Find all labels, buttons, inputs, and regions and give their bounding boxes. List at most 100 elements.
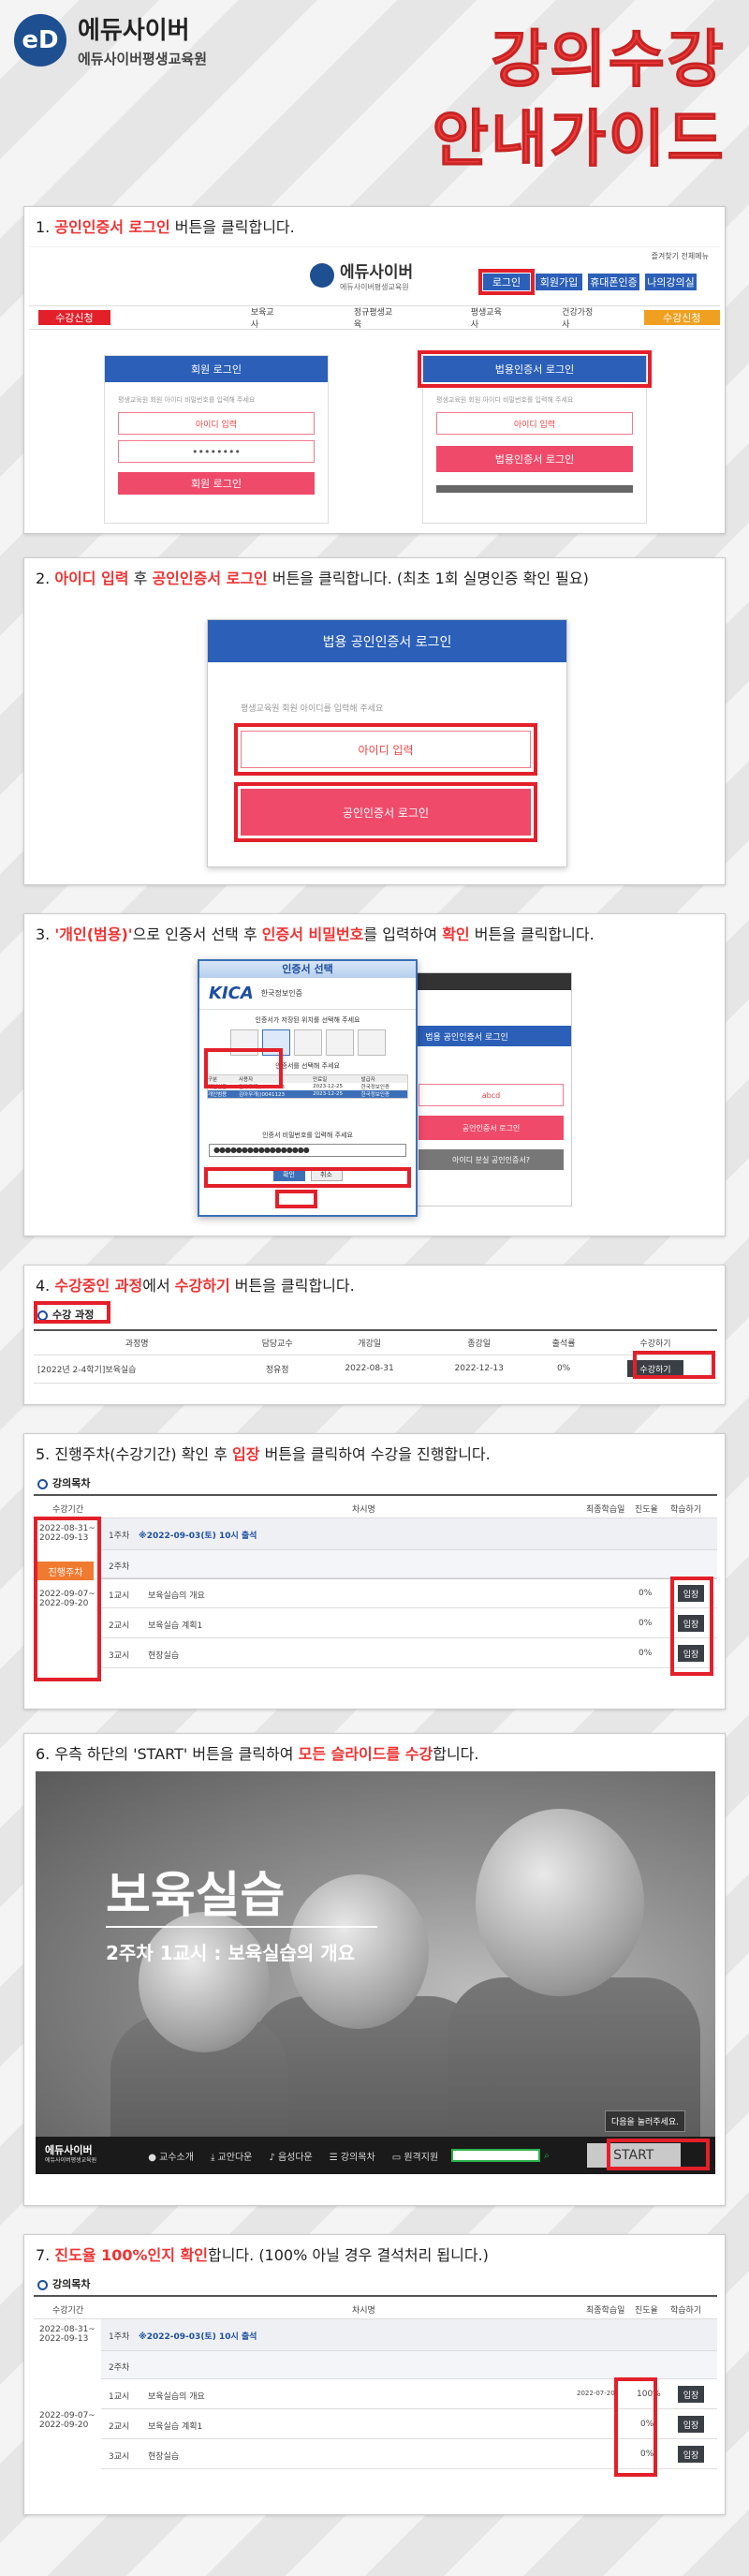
bg-cert-button[interactable]: 공인인증서 로그인	[419, 1116, 564, 1140]
lecture-player: 보육실습 2주차 1교시 : 보육실습의 개요 다음을 눌러주세요. 에듀사이버…	[36, 1771, 715, 2174]
handout-download[interactable]: ⤓ 교안다운	[211, 2149, 252, 2163]
cert-id-input[interactable]: 아이디 입력	[436, 412, 633, 435]
nav-my-classroom-button[interactable]: 나의강의실	[645, 274, 697, 290]
step-7-instruction: 7. 진도율 100%인지 확인합니다. (100% 아닐 경우 결석처리 됩니…	[36, 2246, 489, 2264]
nav-signup-button[interactable]: 회원가입	[536, 274, 582, 290]
menu-item[interactable]: 건강가정사	[562, 305, 596, 330]
step-3-instruction: 3. '개인(범용)'으로 인증서 선택 후 인증서 비밀번호를 입력하여 확인…	[36, 925, 595, 943]
step-5-instruction: 5. 진행주차(수강기간) 확인 후 입장 버튼을 클릭하여 수강을 진행합니다…	[36, 1445, 491, 1463]
toc-section-title: 강의목차	[37, 1475, 90, 1490]
remote-support-link[interactable]: ▭ 원격지원	[392, 2149, 438, 2163]
week2-label: 2주차	[109, 1562, 130, 1572]
cert-dialog-hint: 평생교육원 회원 아이디를 입력해 주세요	[241, 704, 384, 714]
step-4-instruction: 4. 수강중인 과정에서 수강하기 버튼을 클릭합니다.	[36, 1277, 355, 1295]
member-id-input[interactable]: 아이디 입력	[118, 412, 315, 435]
lecture-toc: 수강기간 차시명 최종학습일 진도율 학습하기 2022-08-31~ 2022…	[34, 1494, 717, 1700]
course-table: 과정명 담당교수 개강일 종강일 출석률 수강하기 [2022년 2-4학기]보육실습 정유…	[34, 1329, 717, 1384]
col-header: 최종학습일	[586, 1505, 625, 1515]
table-row: [2022년 2-4학기]보육실습 정유정 2022-08-31 2022-12-13…	[34, 1355, 717, 1384]
highlight-ok	[275, 1190, 317, 1208]
kica-sub: 한국정보인증	[260, 989, 302, 998]
col-header: 차시명	[352, 2306, 375, 2316]
professor-link[interactable]: ● 교수소개	[148, 2149, 194, 2163]
menu-item[interactable]: 정규평생교육	[354, 305, 396, 330]
member-login-button[interactable]: 회원 로그인	[118, 472, 315, 495]
toc-link[interactable]: ☰ 강의목차	[330, 2149, 375, 2163]
col-header: 진도율	[635, 2306, 658, 2316]
pw-label: 인증서 비밀번호를 입력해 주세요	[262, 1132, 353, 1139]
menu-tag-right[interactable]: 수강신청	[643, 310, 720, 325]
search-icon[interactable]: ⌕	[544, 2151, 550, 2161]
week1-note: ※2022-09-03(토) 10시 출석	[139, 1532, 257, 1541]
cert-login-button[interactable]: 법용인증서 로그인	[436, 446, 633, 472]
enter-button[interactable]: 입장	[678, 2446, 704, 2463]
child-photo	[139, 1912, 270, 2052]
col-header: 학습하기	[670, 1505, 702, 1515]
week1-note: ※2022-09-03(토) 10시 출석	[139, 2332, 257, 2342]
week2-period: 2022-09-07~ 2022-09-20	[39, 2411, 95, 2430]
media-option[interactable]	[357, 1029, 386, 1056]
list-icon: ☰	[329, 2152, 338, 2163]
step-6-instruction: 6. 우측 하단의 'START' 버튼을 클릭하여 모든 슬라이드를 수강합니…	[36, 1745, 479, 1763]
media-option[interactable]	[325, 1029, 354, 1056]
highlight-section	[34, 1301, 110, 1324]
week2-label: 2주차	[109, 2363, 130, 2373]
step-1-card: 1. 공인인증서 로그인 버튼을 클릭합니다. 에듀사이버 에듀사이버평생교육원 …	[23, 206, 726, 534]
child-photo	[476, 1809, 644, 1996]
lesson-row: 2교시 보육실습 계획1 0% 입장	[101, 1608, 717, 1638]
step-7-card: 7. 진도율 100%인지 확인합니다. (100% 아닐 경우 결석처리 됩니…	[23, 2234, 726, 2515]
site-logo-sub: 에듀사이버평생교육원	[340, 283, 409, 291]
highlight-start-course	[633, 1351, 715, 1379]
logo-mark: eD	[14, 13, 66, 67]
user-icon: ●	[148, 2152, 156, 2163]
highlight-login	[478, 269, 535, 295]
top-links[interactable]: 즐겨찾기 전체메뉴	[652, 251, 709, 261]
nav-phone-auth-button[interactable]: 휴대폰인증	[588, 274, 639, 290]
audio-icon: ♪	[269, 2152, 275, 2163]
highlight-id-input	[234, 723, 537, 776]
step-2-instruction: 2. 아이디 입력 후 공인인증서 로그인 버튼을 클릭합니다. (최초 1회 …	[36, 570, 589, 587]
member-pw-input[interactable]: ••••••••	[118, 440, 315, 463]
step-6-card: 6. 우측 하단의 'START' 버튼을 클릭하여 모든 슬라이드를 수강합니…	[23, 1733, 726, 2206]
week1-label: 1주차	[109, 1532, 130, 1541]
week1-label: 1주차	[109, 2332, 130, 2342]
enter-button[interactable]: 입장	[678, 2416, 704, 2433]
toc-section-title: 강의목차	[37, 2276, 90, 2291]
media-option[interactable]	[293, 1029, 322, 1056]
audio-download[interactable]: ♪ 음성다운	[269, 2149, 312, 2163]
highlight-enter-buttons	[670, 1577, 713, 1676]
logo-subtitle: 에듀사이버평생교육원	[78, 51, 208, 67]
player-logo-sub: 에듀사이버평생교육원	[45, 2157, 97, 2164]
monitor-icon: ▭	[391, 2152, 402, 2163]
volume-slider[interactable]	[451, 2149, 541, 2162]
cert-login-hint: 평생교육원 회원 아이디 비밀번호를 입력해 주세요	[436, 396, 574, 404]
logo-title: 에듀사이버	[78, 17, 190, 45]
col-header: 차시명	[352, 1505, 375, 1515]
menu-item[interactable]: 보육교사	[251, 305, 279, 330]
col-header: 최종학습일	[586, 2306, 625, 2316]
step-1-instruction: 1. 공인인증서 로그인 버튼을 클릭합니다.	[36, 218, 295, 236]
cert-row-selected[interactable]: 개인범용 김아무개()0041123 2023-12-25 한국정보인증	[207, 1090, 408, 1099]
member-login-panel: 회원 로그인 평생교육원 회원 아이디 비밀번호를 입력해 주세요 아이디 입력…	[104, 355, 329, 524]
enter-button[interactable]: 입장	[678, 2386, 704, 2403]
brand-logo: eD 에듀사이버 에듀사이버평생교육원	[14, 11, 207, 68]
cert-dialog-title: 법용 공인인증서 로그인	[208, 620, 566, 662]
bg-footer[interactable]: 아이디 분실 공인인증서?	[419, 1149, 564, 1170]
highlight-cert-button	[234, 782, 537, 842]
highlight-password	[204, 1167, 411, 1188]
highlight-media-option	[204, 1048, 283, 1088]
col-header: 진도율	[635, 1505, 658, 1515]
lesson-row: 1교시 보육실습의 개요 0% 입장	[101, 1578, 717, 1608]
lecture-subtitle: 2주차 1교시 : 보육실습의 개요	[106, 1942, 356, 1964]
site-logo: 에듀사이버	[340, 263, 414, 282]
menu-tag-left[interactable]: 수강신청	[38, 310, 110, 325]
lesson-row: 3교시 현장실습 0% 입장	[101, 1638, 717, 1668]
highlight-start	[607, 2139, 710, 2170]
menu-item[interactable]: 평생교육사	[471, 305, 506, 330]
lecture-title: 보육실습	[106, 1868, 286, 1924]
col-header: 수강기간	[52, 1505, 84, 1515]
guide-title-line1: 강의수강	[491, 23, 726, 96]
cert-login-dialog: 법용 공인인증서 로그인 평생교육원 회원 아이디를 입력해 주세요 아이디 입…	[207, 619, 567, 867]
cert-dialog-title: 인증서 선택	[199, 961, 416, 978]
cert-password-input[interactable]: ●●●●●●●●●●●●●●●●●	[209, 1144, 406, 1157]
